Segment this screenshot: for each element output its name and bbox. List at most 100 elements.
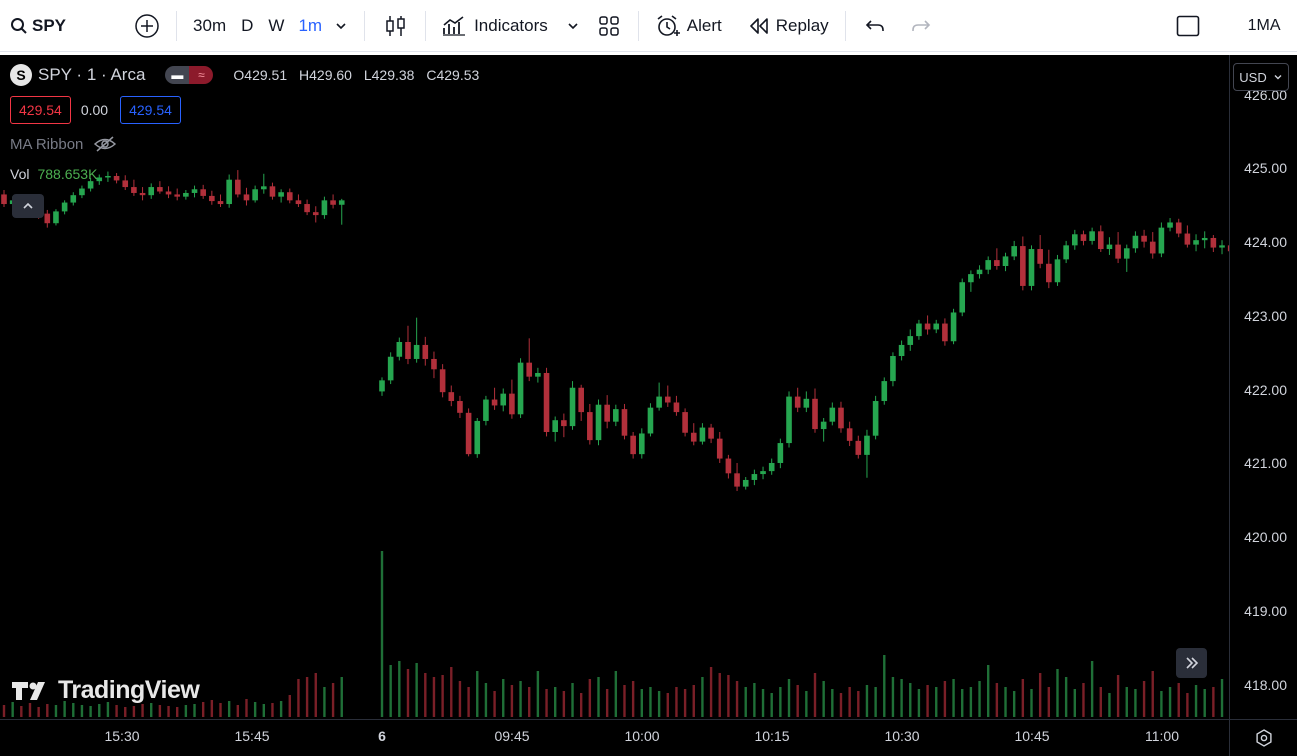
- candle: [820, 417, 827, 442]
- candle-body: [959, 282, 966, 313]
- candle: [387, 352, 394, 385]
- volume-bar: [718, 673, 721, 717]
- close-value: C429.53: [426, 67, 480, 83]
- candle: [1028, 245, 1035, 291]
- candle: [985, 256, 991, 275]
- currency-button[interactable]: USD: [1233, 63, 1289, 91]
- undo-icon: [865, 19, 884, 31]
- volume-bar: [297, 679, 300, 717]
- volume-bar: [305, 677, 309, 717]
- candle-body: [413, 344, 420, 359]
- interval-dropdown[interactable]: [334, 8, 348, 44]
- candle-body: [673, 402, 680, 413]
- ask-price-box[interactable]: 429.54: [120, 96, 181, 124]
- time-tick-label: 10:15: [754, 728, 790, 744]
- candle-body: [846, 428, 853, 441]
- price-chart[interactable]: [0, 55, 1229, 719]
- candle-body: [139, 192, 146, 196]
- candle: [1020, 236, 1026, 291]
- bid-ask-row: 429.54 0.00 429.54: [10, 96, 191, 124]
- eye-hidden-icon[interactable]: [93, 135, 117, 153]
- candle: [578, 384, 584, 421]
- price-tick-label: 423.00: [1244, 307, 1287, 324]
- replay-button[interactable]: Replay: [748, 8, 829, 44]
- chart-type-button[interactable]: [385, 8, 407, 44]
- volume-legend[interactable]: Vol 788.653K: [10, 166, 97, 182]
- indicators-dropdown[interactable]: [566, 8, 580, 44]
- candle-body: [1158, 227, 1165, 254]
- volume-bar: [640, 689, 643, 717]
- plus-circle-icon: [135, 13, 159, 38]
- toolbar-divider: [425, 10, 427, 41]
- candle: [431, 351, 437, 379]
- candle: [252, 185, 258, 203]
- indicators-icon: [443, 15, 466, 36]
- volume-bar: [314, 673, 317, 717]
- alert-button[interactable]: Alert: [655, 8, 722, 44]
- candle: [924, 315, 931, 335]
- volume-bar: [597, 677, 600, 717]
- volume-bar: [493, 691, 496, 717]
- interval-1m[interactable]: 1m: [298, 8, 322, 44]
- time-tick-label: 10:30: [884, 728, 920, 744]
- volume-bar: [571, 683, 574, 717]
- volume-bar: [1056, 669, 1059, 717]
- volume-bar: [987, 665, 990, 717]
- candle: [200, 184, 206, 199]
- bid-price-box[interactable]: 429.54: [10, 96, 71, 124]
- chart-pane[interactable]: S SPY · 1 · Arca ▬ ≈ O429.51 H429.60 L42…: [0, 55, 1229, 719]
- volume-bar: [831, 689, 834, 717]
- collapse-legend-button[interactable]: [12, 194, 44, 218]
- ma-ribbon-legend[interactable]: MA Ribbon: [10, 135, 117, 153]
- candle-body: [786, 396, 792, 444]
- ma-button[interactable]: 1MA: [1224, 8, 1281, 44]
- candle-body: [465, 412, 472, 455]
- candle-body: [1037, 249, 1043, 264]
- candle: [725, 454, 732, 479]
- interval-30m[interactable]: 30m: [193, 8, 226, 44]
- candle: [647, 403, 654, 437]
- scroll-to-realtime-button[interactable]: [1176, 648, 1207, 678]
- candle: [113, 173, 120, 184]
- layouts-button[interactable]: [598, 8, 620, 44]
- volume-bar: [631, 681, 635, 717]
- watermark-text: TradingView: [58, 676, 200, 704]
- candle-body: [751, 474, 758, 480]
- candle-body: [113, 175, 120, 181]
- candle-body: [725, 458, 732, 474]
- candle: [165, 186, 172, 199]
- price-axis[interactable]: 426.00 425.00 424.00 423.00 422.00 421.00 420.…: [1229, 55, 1297, 719]
- volume-bar: [562, 691, 566, 717]
- interval-w[interactable]: W: [268, 8, 284, 44]
- candle: [465, 408, 472, 457]
- candle-body: [976, 269, 983, 275]
- time-axis[interactable]: 15:30 15:45 6 09:45 10:00 10:15 10:30 10:45 11:0…: [0, 719, 1229, 756]
- candle: [1149, 232, 1156, 259]
- candle-body: [656, 396, 662, 408]
- candle-body: [235, 179, 241, 195]
- currency-label: USD: [1239, 69, 1267, 85]
- candle: [1011, 240, 1017, 261]
- volume-bar: [943, 681, 947, 717]
- compare-symbol-button[interactable]: [134, 8, 160, 44]
- indicators-button[interactable]: Indicators: [442, 8, 548, 44]
- candle-body: [165, 191, 172, 195]
- candle: [1123, 244, 1130, 272]
- fullscreen-button[interactable]: [1176, 8, 1200, 44]
- volume-bar: [424, 673, 427, 717]
- symbol-title[interactable]: SPY · 1 · Arca: [38, 65, 145, 85]
- candle-body: [491, 399, 498, 406]
- volume-bar: [822, 681, 825, 717]
- low-value: L429.38: [363, 67, 415, 83]
- chevron-up-icon: [23, 202, 33, 209]
- candle-body: [243, 194, 250, 201]
- candle-body: [87, 181, 94, 189]
- chart-settings-corner[interactable]: [1229, 719, 1297, 756]
- candle: [708, 423, 714, 444]
- session-pill[interactable]: ▬ ≈: [165, 66, 214, 84]
- tradingview-watermark: TradingView: [12, 676, 200, 705]
- interval-d[interactable]: D: [241, 8, 253, 44]
- symbol-search-button[interactable]: SPY: [10, 8, 66, 44]
- redo-button[interactable]: [910, 8, 932, 44]
- undo-button[interactable]: [864, 8, 886, 44]
